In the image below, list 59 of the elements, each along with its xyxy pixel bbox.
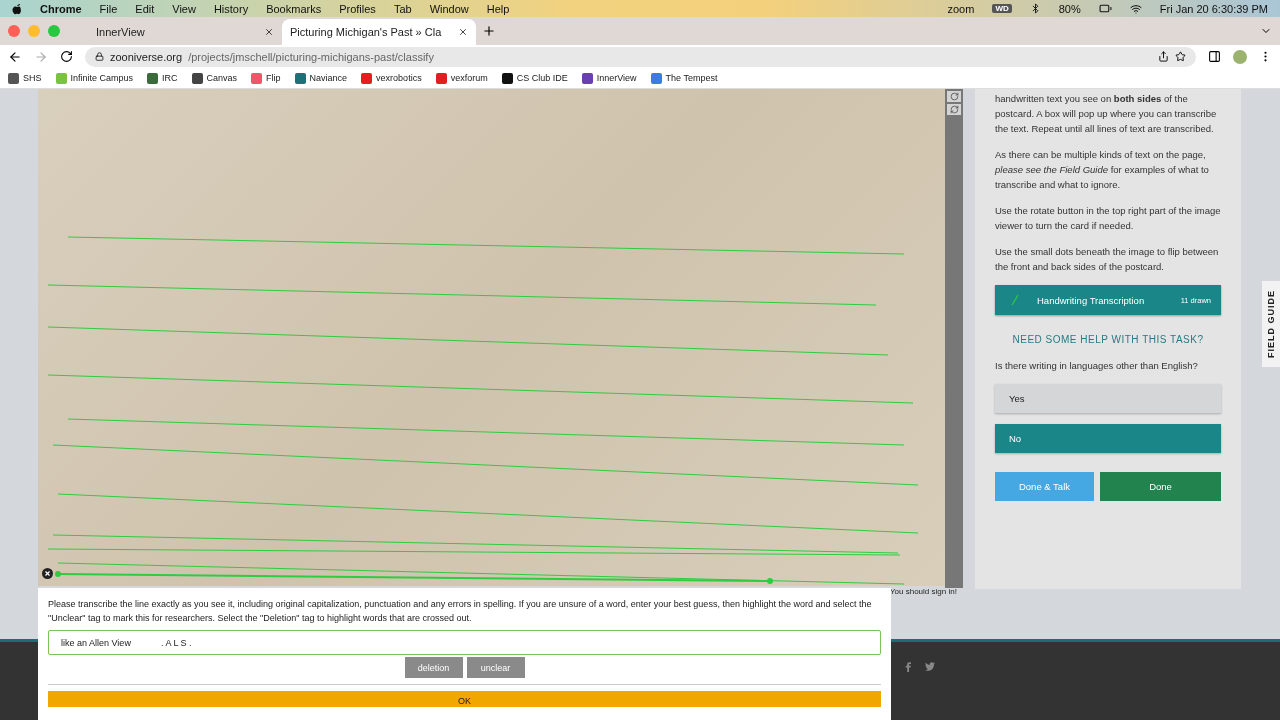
menu-item[interactable]: Window [429, 2, 469, 15]
popup-instructions: Please transcribe the line exactly as you see it, including original capitalization, punctuation and any errors in spelling. If you are unsure of a word, enter your best guess, then highlight the word and select the "Unclear" tag to mark this for researchers. Select the "Deletion" tag to highlight words that are crossed out. [48, 598, 873, 625]
apple-icon[interactable] [12, 2, 22, 15]
help-link[interactable]: NEED SOME HELP WITH THIS TASK? [995, 332, 1221, 347]
instruction-text: handwritten text you see on both sides of the postcard. A box will pop up where you can transcribe the text. Repeat until all lines of text are transcribed. [995, 92, 1218, 136]
menu-item[interactable]: Tab [393, 2, 412, 15]
address-bar[interactable]: zooniverse.org /projects/jmschell/picturing-michigans-past/classify [85, 46, 1196, 67]
bookmark[interactable]: Canvas [191, 72, 238, 84]
browser-tab[interactable]: InnerView [88, 19, 282, 45]
instruction-text: As there can be multiple kinds of text on the page, please see the Field Guide for examples of what to transcribe and what to ignore. [995, 148, 1210, 192]
field-guide-tab[interactable]: FIELD GUIDE [1262, 281, 1280, 367]
bookmark[interactable]: SHS [8, 72, 42, 84]
reload-icon[interactable] [60, 50, 73, 63]
browser-tab[interactable]: Picturing Michigan's Past » Cla [282, 19, 476, 45]
app-menu[interactable]: Chrome [40, 2, 82, 15]
facebook-icon[interactable] [905, 662, 911, 672]
bookmark[interactable]: Infinite Campus [55, 72, 134, 84]
bird-icon[interactable] [925, 662, 935, 671]
bookmark[interactable]: InnerView [581, 72, 637, 84]
instruction-text: Use the small dots beneath the image to flip between the front and back sides of the postcard. [995, 245, 1220, 274]
ok-button[interactable]: OK [48, 691, 881, 707]
bookmark[interactable]: Flip [251, 72, 281, 84]
bookmark[interactable]: IRC [147, 72, 178, 84]
menu-item[interactable]: View [172, 2, 196, 15]
close-icon[interactable] [458, 27, 468, 37]
bookmark[interactable]: CS Club IDE [501, 72, 568, 84]
zoom-status[interactable]: zoom [947, 2, 975, 15]
menu-item[interactable]: File [99, 2, 118, 15]
bookmark[interactable]: Naviance [294, 72, 348, 84]
menu-item[interactable]: Edit [135, 2, 155, 15]
battery-icon[interactable] [1098, 2, 1112, 15]
bookmark[interactable]: vexforum [435, 72, 488, 84]
lock-icon [95, 52, 104, 61]
menu-item[interactable]: Profiles [339, 2, 376, 15]
instruction-text: Use the rotate button in the top right part of the image viewer to turn the card if needed. [995, 204, 1221, 233]
bookmark[interactable]: The Tempest [650, 72, 718, 84]
rotate-button[interactable] [947, 91, 961, 102]
answer-option[interactable]: Yes [995, 384, 1221, 413]
clock[interactable]: Fri Jan 20 6:30:39 PM [1159, 2, 1268, 15]
question-text: Is there writing in languages other than English? [995, 359, 1199, 373]
battery-percent: 80% [1058, 2, 1081, 15]
star-icon[interactable] [1175, 51, 1186, 62]
menu-item[interactable]: History [213, 2, 249, 15]
close-icon[interactable] [42, 568, 53, 579]
new-tab-icon[interactable] [482, 24, 496, 38]
flip-button[interactable] [947, 104, 961, 115]
back-icon[interactable] [8, 49, 22, 64]
transcription-input[interactable]: like an Allen View . A L S . [48, 630, 881, 655]
drive-status[interactable]: WD [992, 4, 1012, 13]
sign-in-notice: You should sign in! [890, 587, 957, 596]
wifi-icon[interactable] [1129, 2, 1142, 15]
menu-item[interactable]: Bookmarks [266, 2, 322, 15]
done-button[interactable]: Done [1100, 472, 1221, 501]
answer-option[interactable]: No [995, 424, 1221, 453]
menu-item[interactable]: Help [486, 2, 510, 15]
side-panel-icon[interactable] [1208, 50, 1221, 63]
share-icon[interactable] [1158, 51, 1169, 62]
bookmark[interactable]: vexrobotics [361, 72, 422, 84]
close-icon[interactable] [264, 27, 274, 37]
